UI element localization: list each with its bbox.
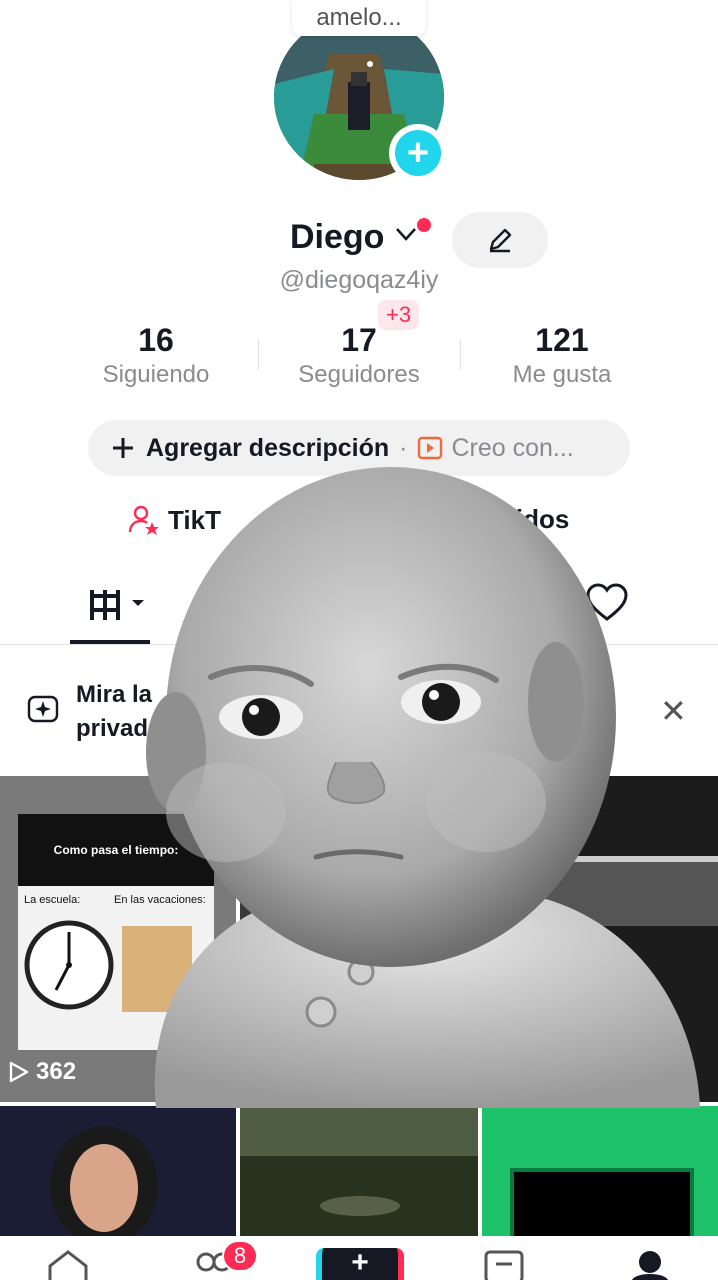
profile-name: Diego [290,218,385,256]
plus-icon: + [395,130,441,176]
chevron-down-icon[interactable] [394,222,418,253]
video-thumbnail[interactable] [482,1106,718,1240]
stat-value: 17 [341,322,377,358]
stat-likes[interactable]: 121 Me gusta [472,322,652,389]
stat-value: 121 [535,322,589,358]
bottom-navigation: + [0,1236,718,1280]
video-caption-left: La escuela: [24,894,81,906]
video-thumbnail[interactable] [0,1106,236,1240]
forest-thumbnail [240,1106,478,1240]
black-screen [510,1168,694,1240]
home-icon[interactable] [46,1250,90,1280]
clock-image [24,920,114,1010]
stat-following[interactable]: 16 Siguiendo [66,322,246,389]
view-count: 362 [8,1058,76,1086]
edit-profile-button[interactable] [452,212,548,268]
divider [460,340,461,370]
stat-label: Me gusta [512,361,612,388]
followers-delta-badge: +3 [378,300,420,330]
add-avatar-button[interactable]: + [389,124,447,182]
profile-handle: @diegoqaz4iy [279,266,439,294]
divider [258,340,259,370]
stat-value: 16 [138,322,174,358]
stat-followers[interactable]: 17 Seguidores [269,322,449,389]
play-icon [9,1061,29,1083]
baby-face-overlay [116,452,710,1108]
video-thumbnail[interactable] [240,1106,478,1240]
pencil-icon [489,228,512,253]
inbox-icon[interactable] [484,1250,524,1280]
view-count-value: 362 [36,1058,77,1085]
friends-badge: 8 [222,1240,258,1272]
notification-dot [417,218,431,232]
person-thumbnail [50,1126,158,1240]
stat-label: Seguidores [298,361,420,388]
status-note[interactable]: amelo... [292,0,426,36]
sparkle-icon [26,692,60,731]
profile-icon[interactable] [632,1250,668,1280]
create-icon: + [351,1246,369,1279]
stat-label: Siguiendo [102,361,210,388]
create-button[interactable]: + [316,1246,404,1280]
